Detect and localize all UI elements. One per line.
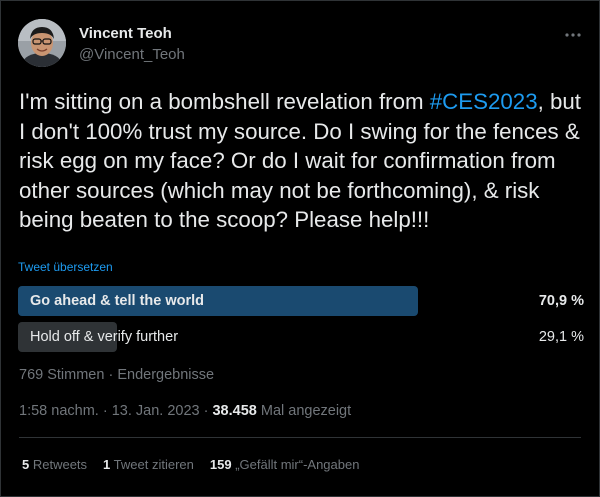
separator: · [199,403,213,419]
hashtag-link[interactable]: #CES2023 [430,89,538,114]
views-label: Mal angezeigt [256,403,352,419]
divider [19,437,581,438]
tweet-timestamp: 1:58 nachm. · 13. Jan. 2023 · 38.458 Mal… [19,403,351,419]
poll-option-percent: 29,1 % [538,329,584,345]
tweet-time[interactable]: 1:58 nachm. [19,403,99,419]
tweet-card: Vincent Teoh @Vincent_Teoh I'm sitting o… [0,0,600,497]
avatar-photo [18,19,66,67]
poll-option-percent: 70,9 % [538,293,584,309]
tweet-text-part: I'm sitting on a bombshell revelation fr… [19,89,430,114]
poll-option: Go ahead & tell the world 70,9 % [18,286,584,316]
likes-count: 159 [209,457,232,472]
retweets-label: Retweets [29,457,88,472]
author-name[interactable]: Vincent Teoh [79,25,172,42]
poll-summary: 769 Stimmen · Endergebnisse [19,367,214,383]
poll-option-label: Go ahead & tell the world [30,293,205,309]
author-handle[interactable]: @Vincent_Teoh [79,46,185,63]
quotes-label: Tweet zitieren [110,457,194,472]
separator: · [98,403,112,419]
tweet-date[interactable]: 13. Jan. 2023 [112,403,200,419]
separator: · [104,367,118,383]
avatar[interactable] [18,19,66,67]
likes-link[interactable]: 159 „Gefällt mir“-Angaben [210,457,360,472]
poll-option: Hold off & verify further 29,1 % [18,322,584,352]
views-count: 38.458 [212,403,257,419]
poll-option-label: Hold off & verify further [30,329,179,345]
retweets-link[interactable]: 5 Retweets [22,457,87,472]
engagement-stats: 5 Retweets 1 Tweet zitieren 159 „Gefällt m… [22,457,375,472]
tweet-text: I'm sitting on a bombshell revelation fr… [19,87,589,235]
translate-tweet-link[interactable]: Tweet übersetzen [18,260,113,274]
more-horizontal-icon [565,33,581,37]
poll-votes: 769 Stimmen [19,367,105,383]
likes-label: „Gefällt mir“-Angaben [231,457,360,472]
more-options-button[interactable] [561,27,585,43]
quote-tweets-link[interactable]: 1 Tweet zitieren [103,457,194,472]
poll-status: Endergebnisse [117,367,215,383]
